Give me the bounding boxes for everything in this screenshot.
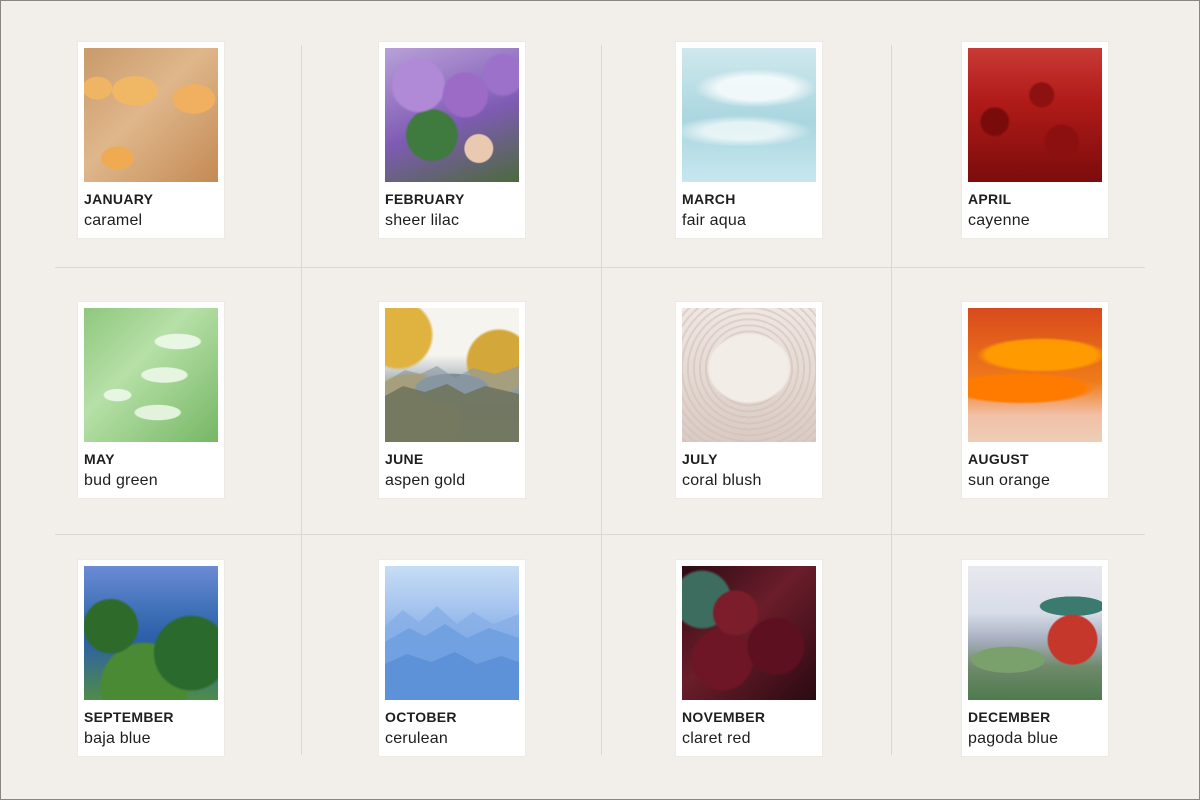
color-card-july: JULY coral blush [676,302,822,498]
color-card-february: FEBRUARY sheer lilac [379,42,525,238]
card-month: JULY [682,451,718,467]
card-month: AUGUST [968,451,1029,467]
color-calendar-page: JANUARY caramel FEBRUARY sheer lilac MAR… [0,0,1200,800]
card-color-name: bud green [84,472,158,489]
card-color-name: coral blush [682,472,762,489]
color-card-november: NOVEMBER claret red [676,560,822,756]
card-month: DECEMBER [968,709,1051,725]
grid-line-vertical-2 [601,45,602,755]
water-surface-photo [682,48,816,182]
lilac-bouquet-photo [385,48,519,182]
card-month: OCTOBER [385,709,457,725]
mountain-silhouette-icon [385,606,519,700]
card-color-name: caramel [84,212,143,229]
color-card-december: DECEMBER pagoda blue [962,560,1108,756]
color-card-march: MARCH fair aqua [676,42,822,238]
grid-line-horizontal-2 [55,534,1145,535]
card-month: NOVEMBER [682,709,766,725]
pagoda-photo [968,566,1102,700]
card-month: APRIL [968,191,1012,207]
card-month: MARCH [682,191,736,207]
grid-line-horizontal-1 [55,267,1145,268]
orange-sunset-photo [968,308,1102,442]
card-color-name: cayenne [968,212,1030,229]
dried-chilies-photo [968,48,1102,182]
green-buds-photo [84,308,218,442]
brain-coral-photo [682,308,816,442]
card-color-name: claret red [682,730,751,747]
color-card-september: SEPTEMBER baja blue [78,560,224,756]
card-color-name: pagoda blue [968,730,1059,747]
color-card-may: MAY bud green [78,302,224,498]
card-month: JANUARY [84,191,154,207]
card-month: JUNE [385,451,424,467]
color-card-august: AUGUST sun orange [962,302,1108,498]
color-card-october: OCTOBER cerulean [379,560,525,756]
blue-mountains-photo [385,566,519,700]
card-month: FEBRUARY [385,191,465,207]
caramel-squares-photo [84,48,218,182]
card-color-name: baja blue [84,730,151,747]
color-card-june: JUNE aspen gold [379,302,525,498]
card-color-name: sheer lilac [385,212,460,229]
card-color-name: aspen gold [385,472,466,489]
aspen-mountains-photo [385,308,519,442]
card-month: SEPTEMBER [84,709,174,725]
rose-tea-photo [682,566,816,700]
card-color-name: fair aqua [682,212,747,229]
grid-line-vertical-3 [891,45,892,755]
card-month: MAY [84,451,115,467]
palm-ocean-photo [84,566,218,700]
mountain-silhouette-icon [385,366,519,442]
color-card-april: APRIL cayenne [962,42,1108,238]
card-color-name: sun orange [968,472,1051,489]
color-card-january: JANUARY caramel [78,42,224,238]
grid-line-vertical-1 [301,45,302,755]
card-color-name: cerulean [385,730,448,747]
